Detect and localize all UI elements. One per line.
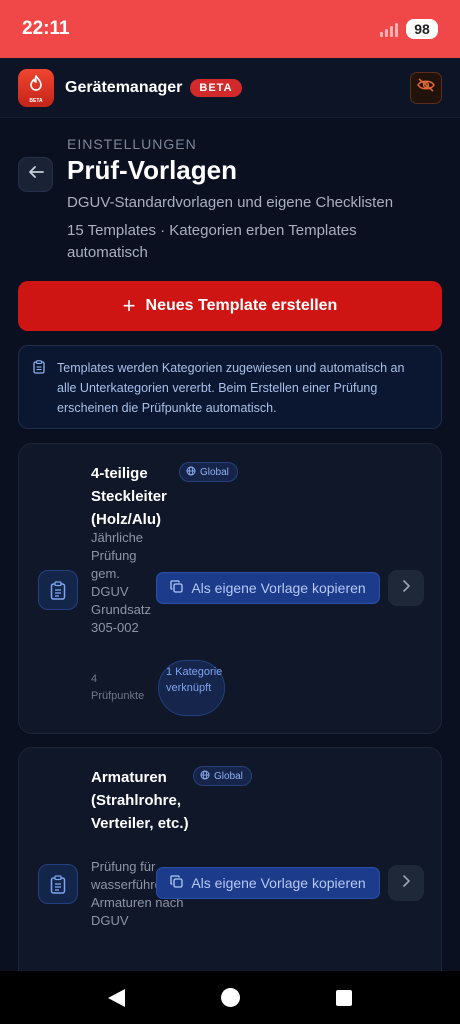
checkpoint-count: 4 Prüfpunkte [91,673,145,702]
info-box: Templates werden Kategorien zugewiesen u… [18,345,442,429]
page-title: Prüf-Vorlagen [67,155,237,185]
system-nav-bar [0,971,460,1024]
nav-home-icon[interactable] [221,988,240,1007]
status-bar: 22:11 98 [0,0,460,58]
nav-back-icon[interactable] [108,988,125,1007]
scope-badge: Global [179,462,238,482]
plus-icon: + [122,293,136,318]
app-bar: BETA Gerätemanager BETA [0,58,460,118]
logo-beta-text: BETA [29,97,43,104]
copy-as-own-template-button[interactable]: Als eigene Vorlage kopieren [156,572,380,604]
flame-icon [29,73,43,96]
eye-off-icon [417,78,435,97]
clipboard-icon [33,360,45,380]
new-template-button[interactable]: + Neues Template erstellen [18,281,442,331]
template-count: 15 Templates · Kategorien erben Template… [67,222,357,261]
new-template-label: Neues Template erstellen [145,297,338,314]
template-card[interactable]: 4-teilige Steckleiter (Holz/Alu) Global … [18,443,442,734]
copy-icon [170,875,183,891]
scope-label: Global [200,466,229,478]
nav-recents-icon[interactable] [336,989,352,1006]
battery-indicator: 98 [406,19,438,39]
beta-badge: BETA [190,78,242,97]
status-time: 22:11 [22,18,70,39]
template-name: 4-teilige Steckleiter (Holz/Alu) [91,465,167,528]
app-logo: BETA [18,68,54,107]
linked-categories-badge[interactable]: 1 Kategorie verknüpft [158,660,225,716]
app-name: Gerätemanager [65,78,183,96]
clipboard-list-icon [38,570,78,610]
globe-icon [200,770,210,783]
open-template-button[interactable] [388,570,424,606]
info-text: Templates werden Kategorien zugewiesen u… [57,361,405,415]
globe-icon [186,466,196,479]
section-eyebrow: EINSTELLUNGEN [67,136,197,152]
copy-label: Als eigene Vorlage kopieren [191,875,366,891]
copy-icon [170,580,183,596]
visibility-toggle-button[interactable] [410,71,442,104]
signal-icon [380,21,398,37]
arrow-left-icon [28,165,44,184]
back-button[interactable] [18,157,53,192]
page-subtitle: DGUV-Standardvorlagen und eigene Checkli… [67,194,394,211]
template-description: Jährliche Prüfung gem. DGUV Grundsatz 30… [91,530,151,635]
scope-badge: Global [193,766,252,786]
copy-as-own-template-button[interactable]: Als eigene Vorlage kopieren [156,867,380,899]
chevron-right-icon [402,874,410,892]
copy-label: Als eigene Vorlage kopieren [191,580,366,596]
clipboard-list-icon [38,864,78,904]
chevron-right-icon [402,579,410,597]
template-card[interactable]: Armaturen (Strahlrohre, Verteiler, etc.)… [18,747,442,1007]
template-name: Armaturen (Strahlrohre, Verteiler, etc.) [91,769,189,832]
open-template-button[interactable] [388,865,424,901]
scope-label: Global [214,770,243,782]
